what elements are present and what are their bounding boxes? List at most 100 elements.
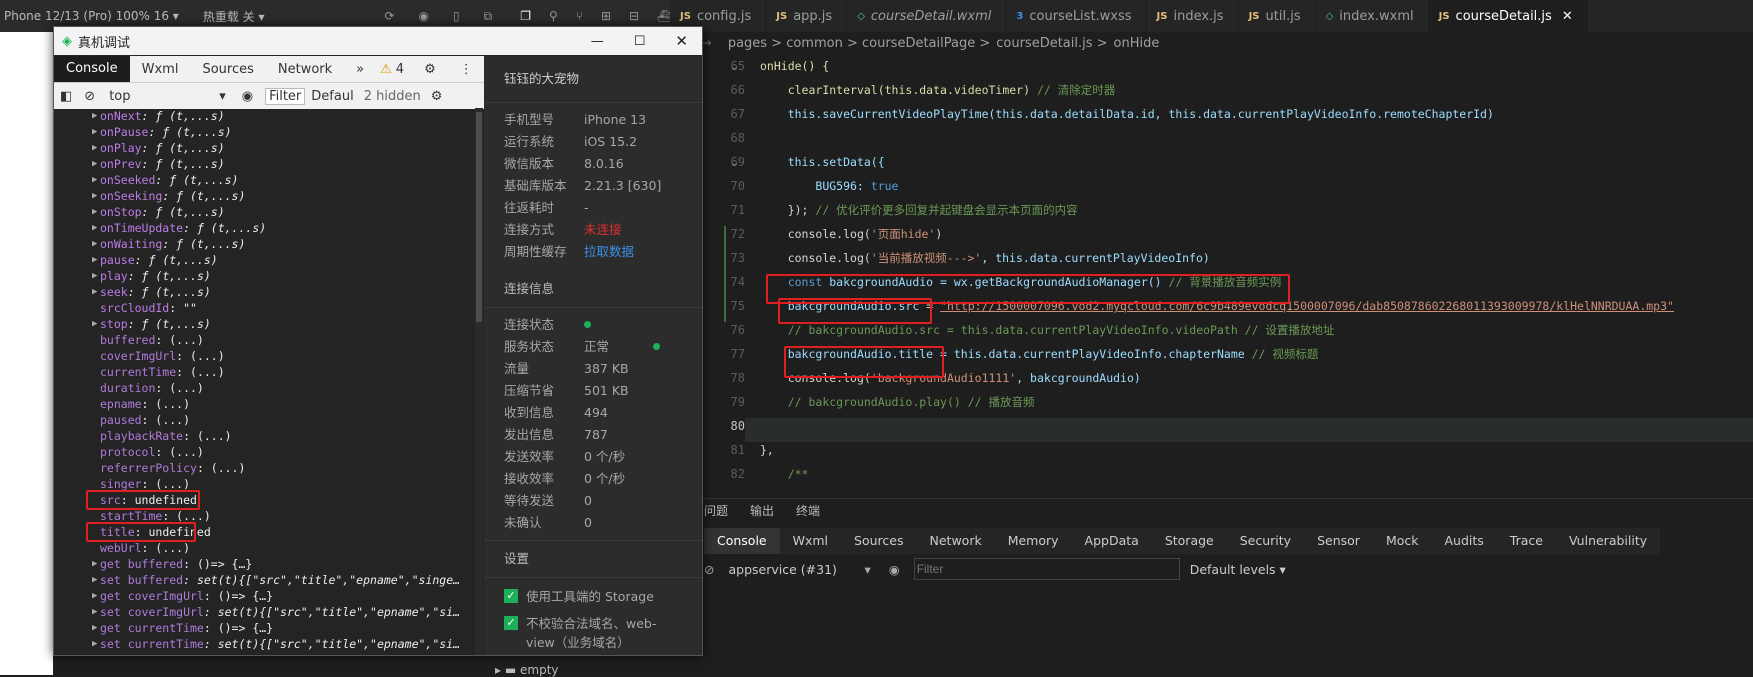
console-property-row[interactable]: referrerPolicy: (...): [54, 460, 474, 476]
minimize-icon[interactable]: —: [591, 34, 604, 49]
devtools-tab[interactable]: Console: [704, 528, 780, 554]
editor-tab[interactable]: JS index.js: [1147, 0, 1239, 32]
editor-tab[interactable]: ◇ index.wxml: [1316, 0, 1429, 32]
expand-arrow-icon[interactable]: ▶: [92, 108, 97, 124]
sidebar-toggle-icon[interactable]: ◧: [60, 89, 72, 104]
expand-arrow-icon[interactable]: ▶: [92, 636, 97, 652]
tab-network[interactable]: Network: [266, 62, 344, 77]
scrollbar-thumb[interactable]: [476, 112, 482, 322]
fold-chevron-icon[interactable]: ⌄: [730, 60, 739, 73]
console-property-row[interactable]: epname: (...): [54, 396, 474, 412]
console-property-row[interactable]: ▶ onSeeked: ƒ (t,...s): [54, 172, 474, 188]
maximize-icon[interactable]: ☐: [634, 34, 646, 49]
eye-icon[interactable]: ◉: [889, 562, 900, 577]
checkbox-checked-icon[interactable]: ✓: [504, 589, 518, 603]
search-icon[interactable]: ⚲: [549, 9, 558, 23]
devtools-tab[interactable]: Sensor: [1304, 528, 1373, 554]
filter-input[interactable]: Filter: [265, 87, 306, 105]
console-property-row[interactable]: srcCloudId: "": [54, 300, 474, 316]
expand-arrow-icon[interactable]: ▶: [92, 284, 97, 300]
expand-arrow-icon[interactable]: ▶: [92, 124, 97, 140]
devtools-tab[interactable]: Storage: [1152, 528, 1227, 554]
console-property-row[interactable]: protocol: (...): [54, 444, 474, 460]
console-property-row[interactable]: buffered: (...): [54, 332, 474, 348]
devtools-tab[interactable]: Mock: [1373, 528, 1432, 554]
close-icon[interactable]: ✕: [675, 32, 688, 50]
window-icon[interactable]: ⧉: [484, 9, 493, 24]
console-property-row[interactable]: src: undefined: [54, 490, 474, 510]
panel-tab[interactable]: 输出: [750, 502, 774, 524]
expand-arrow-icon[interactable]: ▶: [92, 556, 97, 572]
console-property-row[interactable]: ▶ set coverImgUrl: set(t){["src","title",…: [54, 604, 474, 620]
expand-arrow-icon[interactable]: ▶: [92, 620, 97, 636]
expand-arrow-icon[interactable]: ▶: [92, 220, 97, 236]
devtools-tab[interactable]: Trace: [1497, 528, 1556, 554]
breadcrumb-path[interactable]: pages > common > courseDetailPage >: [728, 36, 990, 51]
expand-arrow-icon[interactable]: ▶: [92, 252, 97, 268]
levels-select[interactable]: Defaul: [311, 89, 353, 104]
console-property-row[interactable]: paused: (...): [54, 412, 474, 428]
tab-wxml[interactable]: Wxml: [130, 62, 191, 77]
expand-arrow-icon[interactable]: ▶: [92, 140, 97, 156]
console-property-row[interactable]: ▶ onPause: ƒ (t,...s): [54, 124, 474, 140]
expand-arrow-icon[interactable]: ▶: [92, 188, 97, 204]
source-control-icon[interactable]: ⑂: [576, 9, 583, 23]
devtools-tab[interactable]: AppData: [1072, 528, 1152, 554]
devtools-tab[interactable]: Wxml: [780, 528, 841, 554]
console-property-row[interactable]: ▶ onPrev: ƒ (t,...s): [54, 156, 474, 172]
copy-icon[interactable]: ❐: [520, 9, 531, 23]
eye-icon[interactable]: ◉: [242, 89, 253, 104]
console-property-row[interactable]: ▶ play: ƒ (t,...s): [54, 268, 474, 284]
tab-console[interactable]: Console: [54, 56, 130, 82]
expand-arrow-icon[interactable]: ▶: [92, 156, 97, 172]
console-property-row[interactable]: ▶ onNext: ƒ (t,...s): [54, 108, 474, 124]
panel-tab[interactable]: 问题: [704, 502, 728, 524]
devtools-tab[interactable]: Security: [1227, 528, 1304, 554]
info-value[interactable]: 拉取数据: [584, 241, 634, 263]
console-property-row[interactable]: ▶ set buffered: set(t){["src","title","ep…: [54, 572, 474, 588]
expand-arrow-icon[interactable]: ▶: [92, 268, 97, 284]
expand-arrow-icon[interactable]: ▶: [92, 172, 97, 188]
window-titlebar[interactable]: ◈ 真机调试 — ☐ ✕: [54, 27, 702, 55]
warning-icon[interactable]: ⚠: [376, 62, 396, 77]
devtools-tab[interactable]: Network: [917, 528, 995, 554]
devtools-tab[interactable]: Audits: [1432, 528, 1497, 554]
editor-tab[interactable]: 3 courseList.wxss: [1006, 0, 1147, 32]
devtools-tab[interactable]: Vulnerability: [1556, 528, 1660, 554]
console-property-row[interactable]: ▶ pause: ƒ (t,...s): [54, 252, 474, 268]
console-property-row[interactable]: webUrl: (...): [54, 540, 474, 556]
debug-icon[interactable]: ⊟: [629, 9, 639, 23]
chevron-down-icon[interactable]: ▾: [219, 89, 226, 104]
editor-tab[interactable]: JS app.js: [766, 0, 848, 32]
clear-console-icon[interactable]: ⊘: [704, 562, 714, 577]
expand-arrow-icon[interactable]: ▶: [92, 604, 97, 620]
console-property-row[interactable]: ▶ get coverImgUrl: ()=> {…}: [54, 588, 474, 604]
kebab-menu-icon[interactable]: ⋮: [448, 62, 485, 77]
more-tabs-icon[interactable]: »: [344, 62, 376, 77]
refresh-icon[interactable]: ⟳: [384, 9, 394, 23]
devtools-tab[interactable]: Memory: [995, 528, 1072, 554]
filter-input[interactable]: [913, 558, 1180, 580]
console-property-row[interactable]: ▶ onSeeking: ƒ (t,...s): [54, 188, 474, 204]
console-property-row[interactable]: ▶ onTimeUpdate: ƒ (t,...s): [54, 220, 474, 236]
levels-select[interactable]: Default levels ▾: [1190, 562, 1286, 577]
expand-arrow-icon[interactable]: ▶: [92, 572, 97, 588]
close-icon[interactable]: ✕: [1562, 9, 1573, 24]
console-property-row[interactable]: ▶ onStop: ƒ (t,...s): [54, 204, 474, 220]
gear-icon[interactable]: ⚙: [431, 89, 443, 104]
extensions-icon[interactable]: ⊞: [601, 9, 611, 23]
console-output[interactable]: ▶ onNext: ƒ (t,...s) ▶ onPause: ƒ (t,...s) ▶…: [54, 108, 474, 655]
device-select[interactable]: Phone 12/13 (Pro) 100% 16 ▾: [4, 9, 179, 23]
console-property-row[interactable]: ▶ seek: ƒ (t,...s): [54, 284, 474, 300]
expand-arrow-icon[interactable]: ▶: [92, 236, 97, 252]
console-property-row[interactable]: ▶ onWaiting: ƒ (t,...s): [54, 236, 474, 252]
console-property-row[interactable]: ▶ stop: ƒ (t,...s): [54, 316, 474, 332]
storage-checkbox-row[interactable]: ✓ 使用工具端的 Storage: [484, 586, 702, 605]
console-property-row[interactable]: ▶ get buffered: ()=> {…}: [54, 556, 474, 572]
chevron-down-icon[interactable]: ▾: [864, 562, 870, 577]
expand-arrow-icon[interactable]: ▶: [92, 652, 97, 655]
checkbox-checked-icon[interactable]: ✓: [504, 616, 518, 630]
phone-icon[interactable]: ▯: [453, 9, 460, 23]
editor-tab[interactable]: JS util.js: [1239, 0, 1316, 32]
breadcrumb-file[interactable]: courseDetail.js >: [996, 36, 1107, 51]
